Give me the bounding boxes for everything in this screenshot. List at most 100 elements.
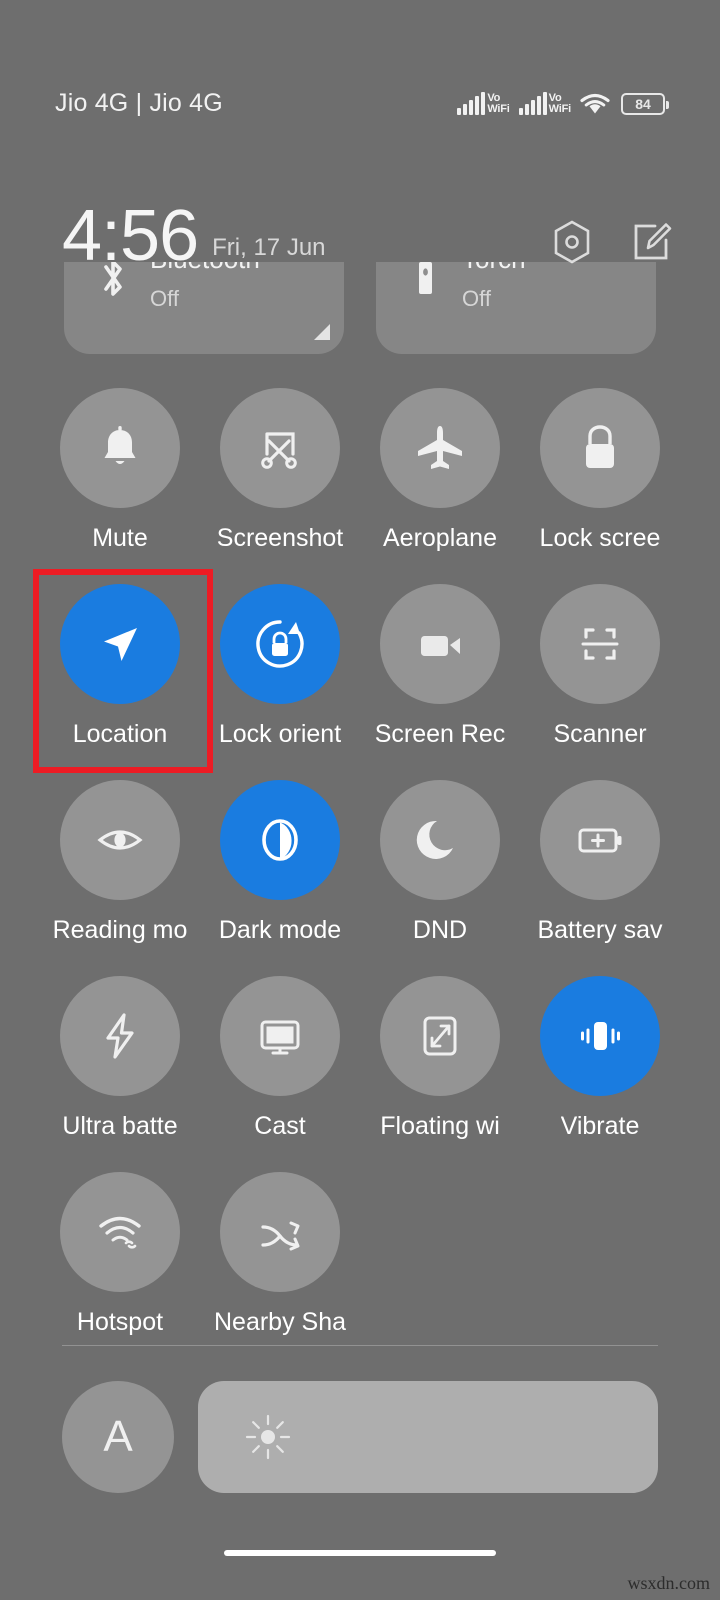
quick-settings-grid: Mute Screenshot Aeroplane Lock scree Loc…: [0, 380, 720, 1360]
tile-circle[interactable]: [60, 584, 180, 704]
lock-rotation-icon: [256, 620, 304, 668]
big-tile-row: Bluetooth Off Torch Off: [0, 262, 720, 354]
grid-row-3: Reading mo Dark mode DND Battery sav: [40, 772, 680, 968]
grid-row-4: Ultra batte Cast Floating wi Vibrate: [40, 968, 680, 1164]
sun-brightness-icon: [245, 1414, 291, 1460]
tile-ultra-battery-saver[interactable]: Ultra batte: [40, 968, 200, 1164]
tile-lock-orientation[interactable]: Lock orient: [200, 576, 360, 772]
tile-reading-mode[interactable]: Reading mo: [40, 772, 200, 968]
tile-circle[interactable]: [380, 780, 500, 900]
tile-location[interactable]: Location: [33, 569, 213, 773]
signal-group-sim2: Vo WiFi: [518, 92, 572, 115]
battery-icon: 84: [621, 93, 669, 115]
tile-hotspot[interactable]: Hotspot: [40, 1164, 200, 1360]
tile-vibrate[interactable]: Vibrate: [520, 968, 680, 1164]
tile-label: Lock orient: [218, 720, 342, 748]
tile-label: Hotspot: [76, 1308, 164, 1336]
tile-floating-windows[interactable]: Floating wi: [360, 968, 520, 1164]
tile-label: Cast: [254, 1112, 306, 1140]
watermark: wsxdn.com: [627, 1573, 711, 1593]
brightness-row: A: [0, 1378, 720, 1496]
status-icons-group: Vo WiFi Vo WiFi 84: [457, 50, 669, 115]
tile-screen-recorder[interactable]: Screen Rec: [360, 576, 520, 772]
tile-aeroplane-mode[interactable]: Aeroplane: [360, 380, 520, 576]
vowifi-label-sim1: Vo WiFi: [487, 93, 510, 115]
tile-circle[interactable]: [380, 584, 500, 704]
vowifi-label-sim2: Vo WiFi: [549, 93, 572, 115]
hotspot-link-icon: [99, 1216, 141, 1249]
tile-circle[interactable]: [380, 388, 500, 508]
tile-circle[interactable]: [540, 780, 660, 900]
torch-icon: [404, 262, 446, 306]
tile-label: Aeroplane: [383, 524, 497, 552]
edit-pencil-icon[interactable]: [632, 221, 672, 263]
lightning-bolt-icon: [106, 1013, 134, 1059]
tile-circle[interactable]: [220, 1172, 340, 1292]
tile-circle[interactable]: [220, 780, 340, 900]
aeroplane-icon: [418, 426, 462, 469]
tile-circle[interactable]: [540, 976, 660, 1096]
tile-circle[interactable]: [60, 976, 180, 1096]
clock-time: 4:56: [62, 195, 199, 276]
signal-group-sim1: Vo WiFi: [457, 92, 510, 115]
tile-circle[interactable]: [220, 388, 340, 508]
home-gesture-bar[interactable]: [224, 1550, 496, 1556]
tile-mute[interactable]: Mute: [40, 380, 200, 576]
clock-date: Fri, 17 Jun: [212, 234, 326, 261]
grid-row-2: Location Lock orient Screen Rec Scanner: [33, 569, 680, 773]
tile-circle[interactable]: [220, 976, 340, 1096]
tile-label: Floating wi: [380, 1112, 500, 1140]
clock-actions: [552, 220, 672, 264]
tile-label: Scanner: [553, 720, 647, 748]
auto-brightness-button[interactable]: A: [62, 1381, 174, 1493]
brightness-slider[interactable]: [198, 1381, 658, 1493]
tile-circle[interactable]: [540, 584, 660, 704]
grid-row-1: Mute Screenshot Aeroplane Lock scree: [40, 380, 680, 576]
tile-circle[interactable]: [380, 976, 500, 1096]
carrier-label: Jio 4G | Jio 4G: [55, 89, 223, 117]
clock-row: 4:56 Fri, 17 Jun: [0, 175, 720, 276]
tile-nearby-share[interactable]: Nearby Sha: [200, 1164, 360, 1360]
screenshot-scissors-icon: [261, 432, 297, 469]
tile-label: Lock scree: [539, 524, 661, 552]
tile-lock-screen[interactable]: Lock scree: [520, 380, 680, 576]
tile-circle[interactable]: [60, 1172, 180, 1292]
big-tile-status: Off: [462, 286, 491, 311]
tile-cast[interactable]: Cast: [200, 968, 360, 1164]
monitor-cast-icon: [260, 1020, 300, 1055]
tile-circle[interactable]: [220, 584, 340, 704]
section-divider: [62, 1345, 658, 1346]
tile-circle[interactable]: [60, 780, 180, 900]
nearby-share-icon: [261, 1221, 300, 1251]
tile-label: DND: [412, 916, 468, 944]
vowifi-bottom-text: WiFi: [487, 103, 510, 115]
tile-label: Nearby Sha: [213, 1308, 347, 1336]
tile-dark-mode[interactable]: Dark mode: [200, 772, 360, 968]
padlock-icon: [586, 425, 614, 468]
tile-screenshot[interactable]: Screenshot: [200, 380, 360, 576]
video-camera-icon: [421, 636, 460, 656]
status-bar: Jio 4G | Jio 4G Vo WiFi Vo WiFi 84: [0, 0, 720, 165]
expand-corner-icon[interactable]: [314, 324, 330, 340]
tile-empty-1: [360, 1164, 520, 1360]
big-tile-torch[interactable]: Torch Off: [376, 262, 656, 354]
big-tile-bluetooth[interactable]: Bluetooth Off: [64, 262, 344, 354]
bell-icon: [104, 426, 136, 464]
tile-label: Ultra batte: [62, 1112, 178, 1140]
floating-window-icon: [423, 1016, 457, 1056]
tile-label: Vibrate: [560, 1112, 640, 1140]
battery-level-text: 84: [635, 96, 651, 112]
moon-icon: [416, 820, 453, 859]
tile-circle[interactable]: [540, 388, 660, 508]
tile-label: Screen Rec: [374, 720, 506, 748]
tile-battery-saver[interactable]: Battery sav: [520, 772, 680, 968]
tile-dnd[interactable]: DND: [360, 772, 520, 968]
tile-circle[interactable]: [60, 388, 180, 508]
settings-hexagon-icon[interactable]: [552, 220, 592, 264]
contrast-circle-icon: [262, 819, 298, 861]
vibrate-phone-icon: [581, 1022, 620, 1050]
signal-bars-icon-2: [518, 92, 547, 115]
scanner-frame-icon: [581, 628, 619, 660]
auto-brightness-icon: A: [103, 1412, 133, 1461]
tile-scanner[interactable]: Scanner: [520, 576, 680, 772]
